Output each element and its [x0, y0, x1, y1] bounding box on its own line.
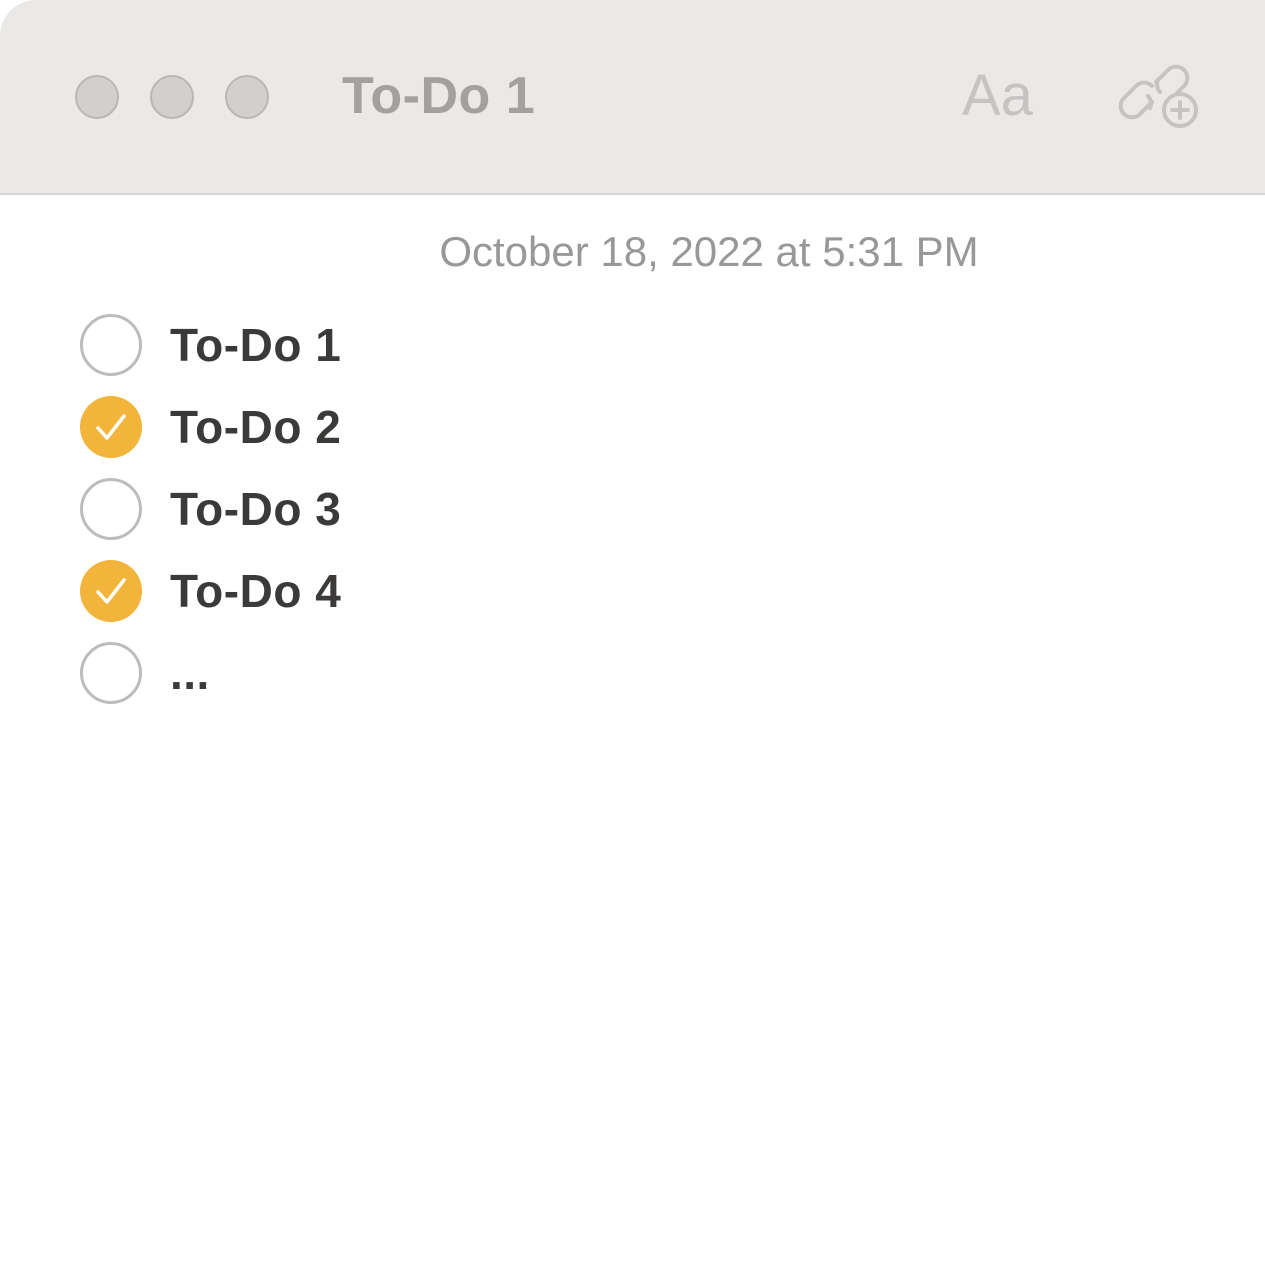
title-bar: To-Do 1 Aa [0, 0, 1265, 195]
checkbox-checked[interactable] [80, 396, 142, 458]
checkmark-icon [96, 414, 126, 440]
link-plus-icon [1118, 64, 1198, 128]
checklist-item-label: To-Do 4 [170, 565, 342, 617]
checklist-item: To-Do 2 [80, 396, 780, 478]
checklist-item-label: To-Do 1 [170, 319, 342, 371]
checkbox-unchecked[interactable] [80, 314, 142, 376]
checkbox-checked[interactable] [80, 560, 142, 622]
zoom-window-button[interactable] [225, 75, 269, 119]
close-window-button[interactable] [75, 75, 119, 119]
checklist-item: ... [80, 642, 780, 724]
minimize-window-button[interactable] [150, 75, 194, 119]
format-text-button[interactable]: Aa [962, 62, 1033, 129]
checklist-item: To-Do 1 [80, 314, 780, 396]
checklist-item-label: To-Do 3 [170, 483, 342, 535]
checklist-item-label: To-Do 2 [170, 401, 342, 453]
checkbox-unchecked[interactable] [80, 478, 142, 540]
collaborate-button[interactable] [1118, 58, 1200, 132]
checklist-item: To-Do 3 [80, 478, 780, 560]
checklist-item: To-Do 4 [80, 560, 780, 642]
checklist: To-Do 1 To-Do 2 To-Do 3 To-Do 4... [80, 314, 780, 724]
checkbox-unchecked[interactable] [80, 642, 142, 704]
note-date: October 18, 2022 at 5:31 PM [439, 228, 979, 275]
window-title: To-Do 1 [342, 67, 536, 125]
checklist-item-label: ... [170, 647, 210, 699]
notes-window: To-Do 1 Aa October 18, 2022 at 5:31 PM T… [0, 0, 1265, 1265]
checkmark-icon [96, 578, 126, 604]
